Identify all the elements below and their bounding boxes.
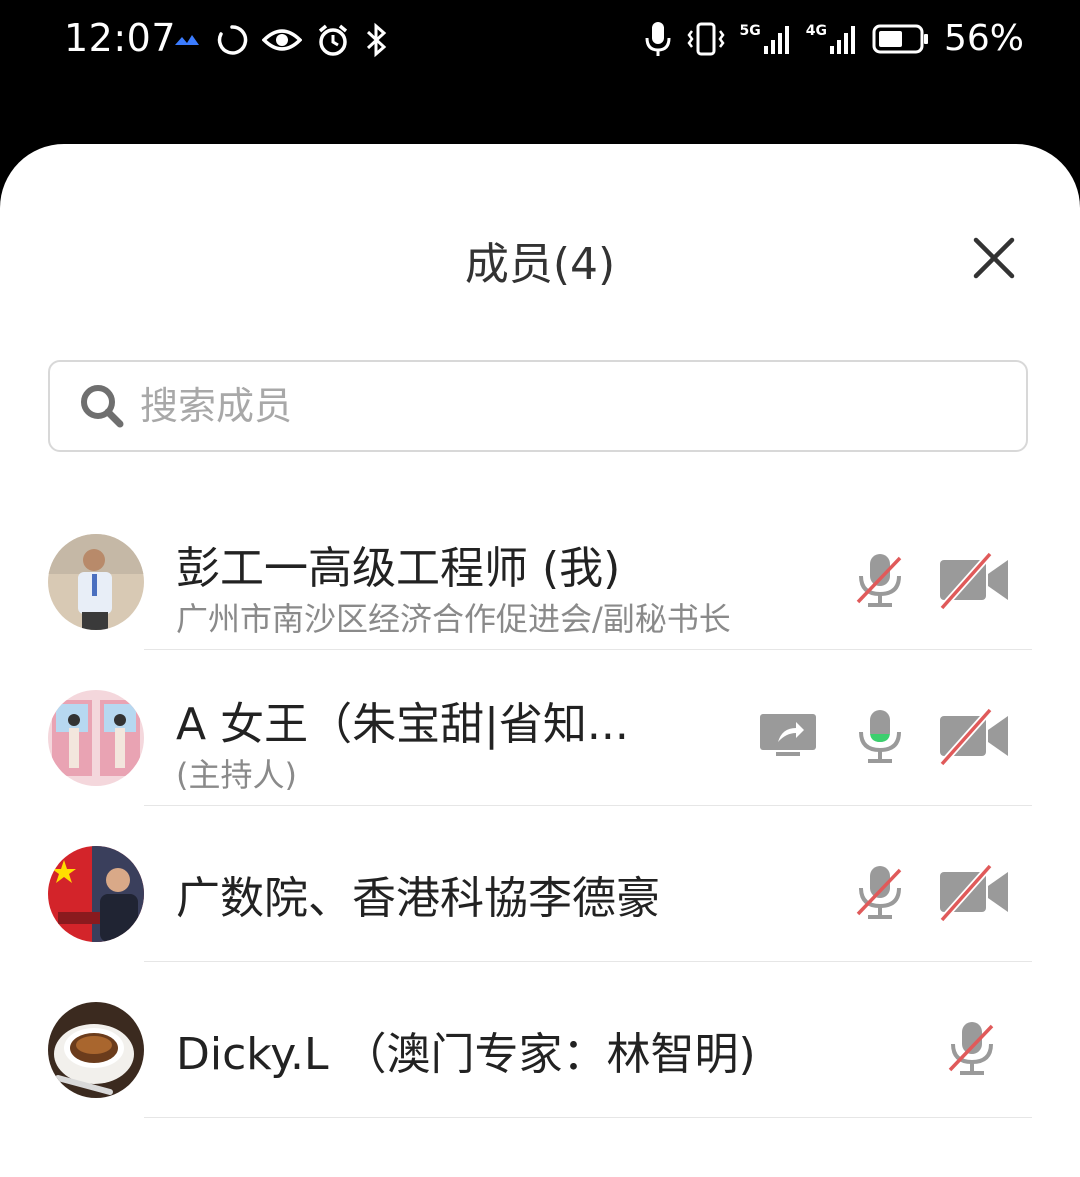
network-5g-label: 5G — [739, 22, 761, 39]
members-panel: 成员(4) 彭工一高级工程师 (我) — [0, 144, 1080, 1177]
avatar[interactable] — [48, 846, 144, 942]
signal-4g-icon: 4G — [806, 24, 858, 54]
microphone-icon — [645, 21, 671, 56]
search-icon — [81, 385, 124, 428]
member-name: 广数院、香港科協李德豪 — [176, 873, 660, 924]
eye-icon — [262, 29, 302, 51]
status-right-icons: 5G 4G 56% — [644, 18, 1024, 59]
search-input[interactable] — [138, 383, 962, 429]
member-list: 彭工一高级工程师 (我) 广州市南沙区经济合作促进会/副秘书长 A 女王（朱宝甜… — [0, 494, 1080, 1118]
avatar[interactable] — [48, 534, 144, 630]
avatar[interactable] — [48, 690, 144, 786]
vibrate-icon — [686, 22, 725, 55]
avatar[interactable] — [48, 1002, 144, 1098]
status-bar: 12:07 5G 4G 56% — [0, 0, 1080, 144]
battery-icon — [872, 24, 928, 53]
member-row[interactable]: 广数院、香港科協李德豪 — [0, 806, 1080, 962]
screen-share-icon[interactable] — [758, 706, 820, 766]
signal-5g-icon: 5G — [740, 24, 792, 54]
sync-circle-icon — [217, 25, 248, 55]
member-name: Dicky.L （澳门专家：林智明) — [176, 1029, 756, 1080]
panel-title: 成员(4) — [464, 239, 616, 290]
camera-off-icon[interactable] — [938, 550, 1010, 610]
lark-icon — [175, 35, 199, 45]
mic-muted-icon[interactable] — [850, 550, 910, 610]
close-button[interactable] — [968, 232, 1020, 284]
member-row[interactable]: A 女王（朱宝甜|省知... (主持人) — [0, 650, 1080, 806]
mic-muted-icon[interactable] — [850, 862, 910, 922]
camera-off-icon[interactable] — [938, 706, 1010, 766]
network-4g-label: 4G — [805, 22, 827, 39]
member-row[interactable]: 彭工一高级工程师 (我) 广州市南沙区经济合作促进会/副秘书长 — [0, 494, 1080, 650]
member-subtitle: 广州市南沙区经济合作促进会/副秘书长 — [176, 600, 731, 638]
status-left-icons — [172, 22, 388, 58]
status-time: 12:07 — [64, 16, 177, 60]
bluetooth-icon — [366, 22, 387, 58]
member-row[interactable]: Dicky.L （澳门专家：林智明) — [0, 962, 1080, 1118]
search-box[interactable] — [48, 360, 1028, 452]
member-name: A 女王（朱宝甜|省知... — [176, 699, 629, 750]
member-subtitle: (主持人) — [176, 756, 297, 794]
mic-muted-icon[interactable] — [942, 1018, 1002, 1078]
member-name: 彭工一高级工程师 (我) — [176, 543, 621, 594]
divider — [144, 1117, 1032, 1118]
camera-off-icon[interactable] — [938, 862, 1010, 922]
alarm-icon — [318, 24, 348, 56]
mic-active-icon[interactable] — [850, 706, 910, 766]
battery-percent: 56% — [943, 18, 1024, 59]
close-icon — [973, 237, 1015, 279]
